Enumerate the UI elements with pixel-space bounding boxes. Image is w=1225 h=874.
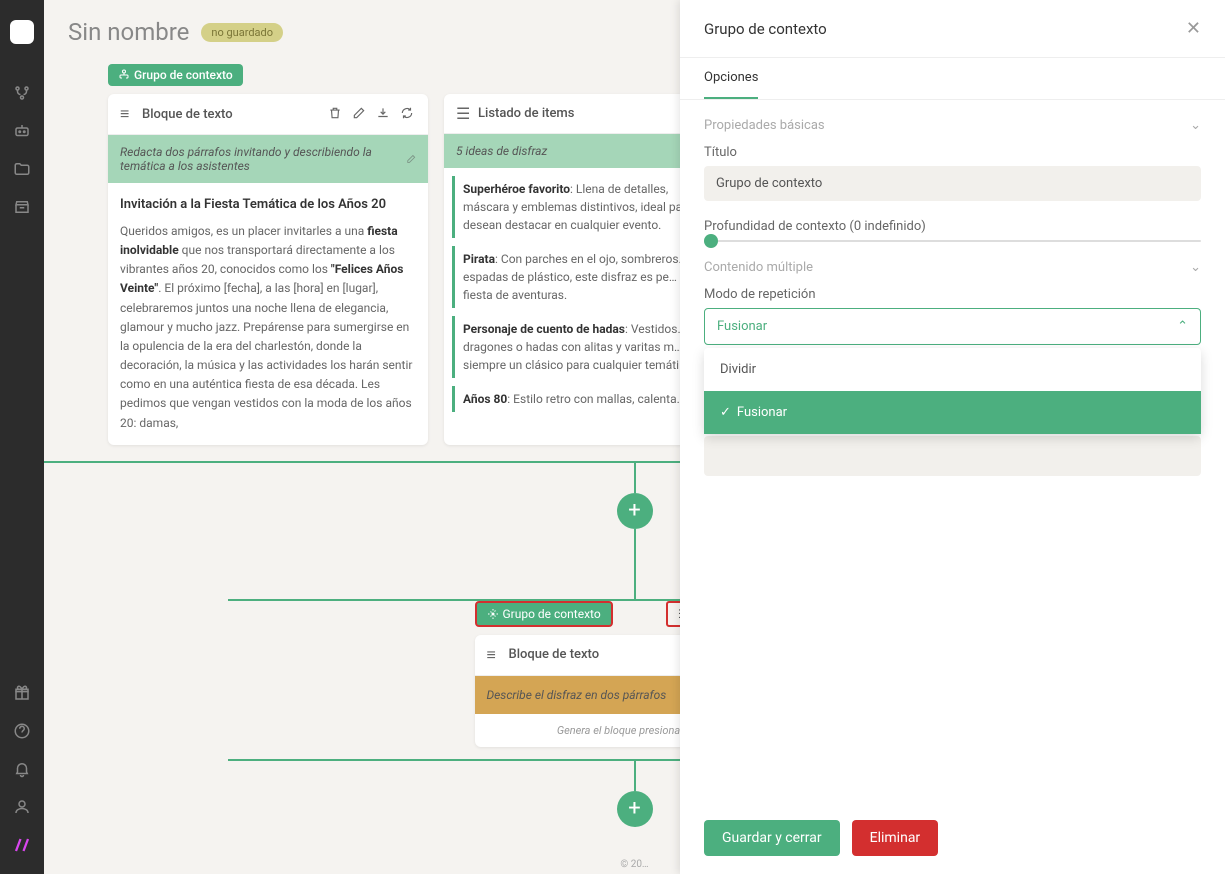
delete-button[interactable]: Eliminar — [852, 820, 939, 856]
add-block-button[interactable]: + — [617, 493, 653, 529]
text-lines-icon: ≡ — [487, 645, 501, 665]
depth-slider[interactable] — [704, 240, 1201, 242]
card-prompt-1[interactable]: Redacta dos párrafos invitando y describ… — [108, 135, 428, 183]
section-basic-props[interactable]: Propiedades básicas ⌄ — [704, 118, 1201, 133]
repeat-mode-select[interactable]: Fusionar ⌃ — [704, 308, 1201, 345]
title-input[interactable] — [704, 166, 1201, 201]
chevron-down-icon: ⌄ — [1190, 118, 1201, 133]
gift-icon[interactable] — [12, 683, 32, 703]
context-group-tag-1[interactable]: Grupo de contexto — [108, 64, 243, 86]
download-icon[interactable] — [376, 106, 392, 122]
list-item: Pirata: Con parches en el ojo, sombreros… — [452, 246, 716, 308]
copyright: © 20… — [620, 859, 648, 870]
option-dividir[interactable]: Dividir — [704, 348, 1201, 391]
list-item: Personaje de cuento de hadas: Vestidos… … — [452, 316, 716, 378]
refresh-icon[interactable] — [400, 106, 416, 122]
check-icon: ✓ — [720, 405, 731, 420]
close-icon[interactable]: ✕ — [1186, 18, 1201, 39]
chevron-up-icon: ⌃ — [1177, 319, 1188, 334]
store-icon[interactable] — [12, 197, 32, 217]
text-lines-icon: ≡ — [120, 104, 134, 124]
option-fusionar[interactable]: ✓ Fusionar — [704, 391, 1201, 434]
tab-options[interactable]: Opciones — [704, 58, 758, 99]
text-block-card-1: ≡ Bloque de texto Redacta dos párrafos i… — [108, 94, 428, 445]
bot-icon[interactable] — [12, 121, 32, 141]
repeat-mode-menu: Dividir ✓ Fusionar — [704, 348, 1201, 434]
folder-icon[interactable] — [12, 159, 32, 179]
brand-icon[interactable] — [12, 835, 32, 855]
help-icon[interactable] — [12, 721, 32, 741]
panel-title: Grupo de contexto — [704, 20, 827, 38]
add-block-button-2[interactable]: + — [617, 791, 653, 827]
properties-panel: Grupo de contexto ✕ Opciones Propiedades… — [680, 0, 1225, 874]
process-condition-input[interactable] — [704, 436, 1201, 476]
list-icon: ☰ — [456, 104, 470, 123]
document-title[interactable]: Sin nombre — [68, 18, 189, 46]
save-status-badge: no guardado — [201, 23, 283, 42]
bell-icon[interactable] — [12, 759, 32, 779]
user-icon[interactable] — [12, 797, 32, 817]
app-logo[interactable] — [10, 20, 34, 44]
delete-icon[interactable] — [328, 106, 344, 122]
flow-icon[interactable] — [12, 83, 32, 103]
pencil-icon — [406, 152, 416, 166]
save-button[interactable]: Guardar y cerrar — [704, 820, 840, 856]
list-item: Años 80: Estilo retro con mallas, calent… — [452, 386, 716, 412]
sidebar — [0, 0, 44, 874]
context-group-tag-2[interactable]: Grupo de contexto — [475, 601, 613, 627]
chevron-down-icon: ⌄ — [1190, 260, 1201, 275]
section-multi-content[interactable]: Contenido múltiple ⌄ — [704, 260, 1201, 275]
list-item: Superhéroe favorito: Llena de detalles, … — [452, 176, 716, 238]
edit-icon[interactable] — [352, 106, 368, 122]
